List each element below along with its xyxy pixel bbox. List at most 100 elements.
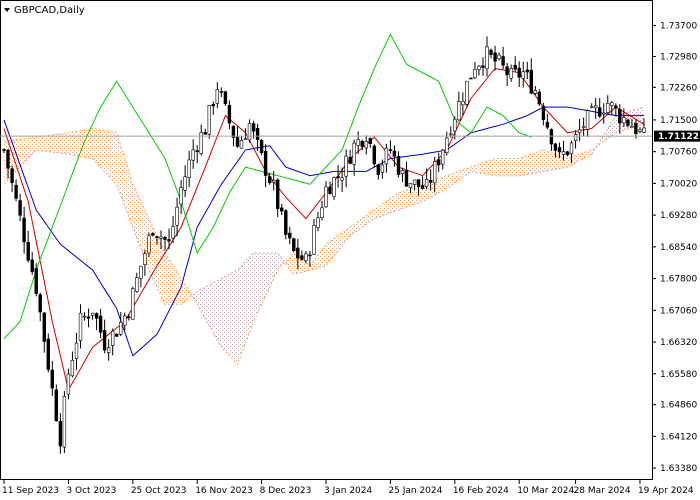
candle-body	[78, 312, 83, 342]
candle-body	[509, 68, 513, 79]
cloud-segment	[547, 151, 552, 171]
candle-body	[251, 123, 256, 132]
cloud-segment	[507, 158, 512, 176]
candle-body	[622, 117, 626, 124]
candle-body	[247, 123, 252, 141]
candle-body	[465, 80, 469, 105]
candle-body	[312, 225, 316, 255]
candle-body	[111, 330, 115, 346]
cloud-segment	[495, 158, 500, 176]
candle-body	[155, 236, 159, 238]
candle-body	[38, 294, 42, 313]
candle-body	[440, 149, 445, 165]
candle-body	[34, 268, 38, 294]
candle-body	[581, 125, 586, 128]
candle-body	[416, 179, 421, 188]
candle-body	[424, 179, 429, 187]
cloud-segment	[390, 195, 395, 213]
candle-body	[408, 183, 413, 188]
candle-body	[239, 140, 244, 149]
candle-body	[400, 170, 405, 174]
candle-body	[279, 207, 284, 212]
candle-body	[445, 137, 449, 153]
cloud-segment	[559, 155, 564, 169]
x-tick-label: 11 Sep 2023	[2, 486, 59, 496]
cloud-segment	[221, 276, 226, 352]
candle-body	[505, 66, 509, 76]
candle-body	[614, 105, 618, 109]
candle-body	[151, 233, 155, 236]
candle-body	[336, 176, 340, 178]
x-tick-label: 3 Jan 2024	[324, 486, 372, 496]
candle-body	[533, 90, 538, 94]
y-tick-label: 1.70020	[660, 179, 697, 189]
candle-body	[420, 185, 425, 189]
cloud-segment	[209, 282, 214, 333]
cloud-segment	[394, 192, 399, 212]
cloud-segment	[398, 191, 403, 210]
cloud-segment	[213, 280, 218, 341]
candle-body	[392, 150, 397, 157]
candle-body	[304, 253, 308, 261]
cloud-segment	[523, 155, 528, 175]
candle-body	[102, 330, 107, 351]
candle-body	[461, 101, 465, 106]
candle-body	[449, 133, 453, 136]
cloud-segment	[253, 252, 258, 322]
cloud-segment	[543, 149, 548, 172]
y-tick-label: 1.68540	[660, 243, 697, 253]
candle-body	[14, 184, 18, 199]
candle-body	[115, 333, 119, 337]
cloud-segment	[499, 158, 504, 176]
cloud-segment	[44, 135, 49, 152]
candle-body	[195, 150, 199, 152]
cloud-segment	[261, 252, 266, 305]
candle-body	[42, 312, 47, 342]
candle-body	[485, 46, 489, 70]
y-tick-label: 1.64860	[660, 401, 697, 411]
candle-body	[352, 142, 356, 165]
candle-body	[344, 155, 348, 177]
candle-body	[412, 179, 417, 185]
cloud-segment	[72, 131, 77, 156]
candle-body	[167, 239, 171, 242]
candle-body	[296, 247, 300, 259]
candle-body	[585, 110, 590, 130]
candle-body	[396, 156, 401, 176]
y-tick-label: 1.67060	[660, 306, 697, 316]
candle-body	[328, 186, 332, 195]
candle-body	[207, 105, 211, 135]
candle-body	[601, 112, 606, 115]
candle-body	[147, 235, 151, 254]
candle-body	[18, 200, 22, 216]
cloud-segment	[511, 158, 516, 176]
candle-body	[626, 119, 630, 126]
candle-body	[513, 64, 517, 70]
x-tick-label: 16 Feb 2024	[453, 486, 509, 496]
candle-body	[171, 226, 175, 239]
cloud-segment	[96, 129, 101, 168]
candle-body	[187, 159, 191, 178]
y-tick-label: 1.72260	[660, 83, 697, 93]
cloud-segment	[535, 151, 540, 173]
y-tick-label: 1.66320	[660, 338, 697, 348]
cloud-segment	[112, 132, 117, 185]
candle-body	[457, 101, 461, 121]
cloud-segment	[237, 265, 242, 365]
candle-body	[432, 161, 437, 184]
cloud-segment	[233, 270, 238, 365]
candle-body	[255, 128, 260, 140]
cloud-segment	[205, 285, 210, 326]
candle-body	[593, 105, 598, 109]
cloud-segment	[225, 274, 230, 356]
y-tick-label: 1.72980	[660, 52, 697, 62]
cloud-segment	[402, 189, 407, 209]
cloud-segment	[515, 158, 520, 176]
candle-body	[107, 347, 111, 353]
candle-body	[211, 104, 215, 107]
candle-body	[175, 206, 179, 226]
y-axis: 1.73700 1.72980 1.72260 1.71500 1.70760 1.700…	[652, 22, 697, 474]
cloud-segment	[108, 131, 113, 180]
cloud-segment	[551, 152, 556, 170]
chart-title: GBPCAD,Daily	[14, 5, 85, 16]
